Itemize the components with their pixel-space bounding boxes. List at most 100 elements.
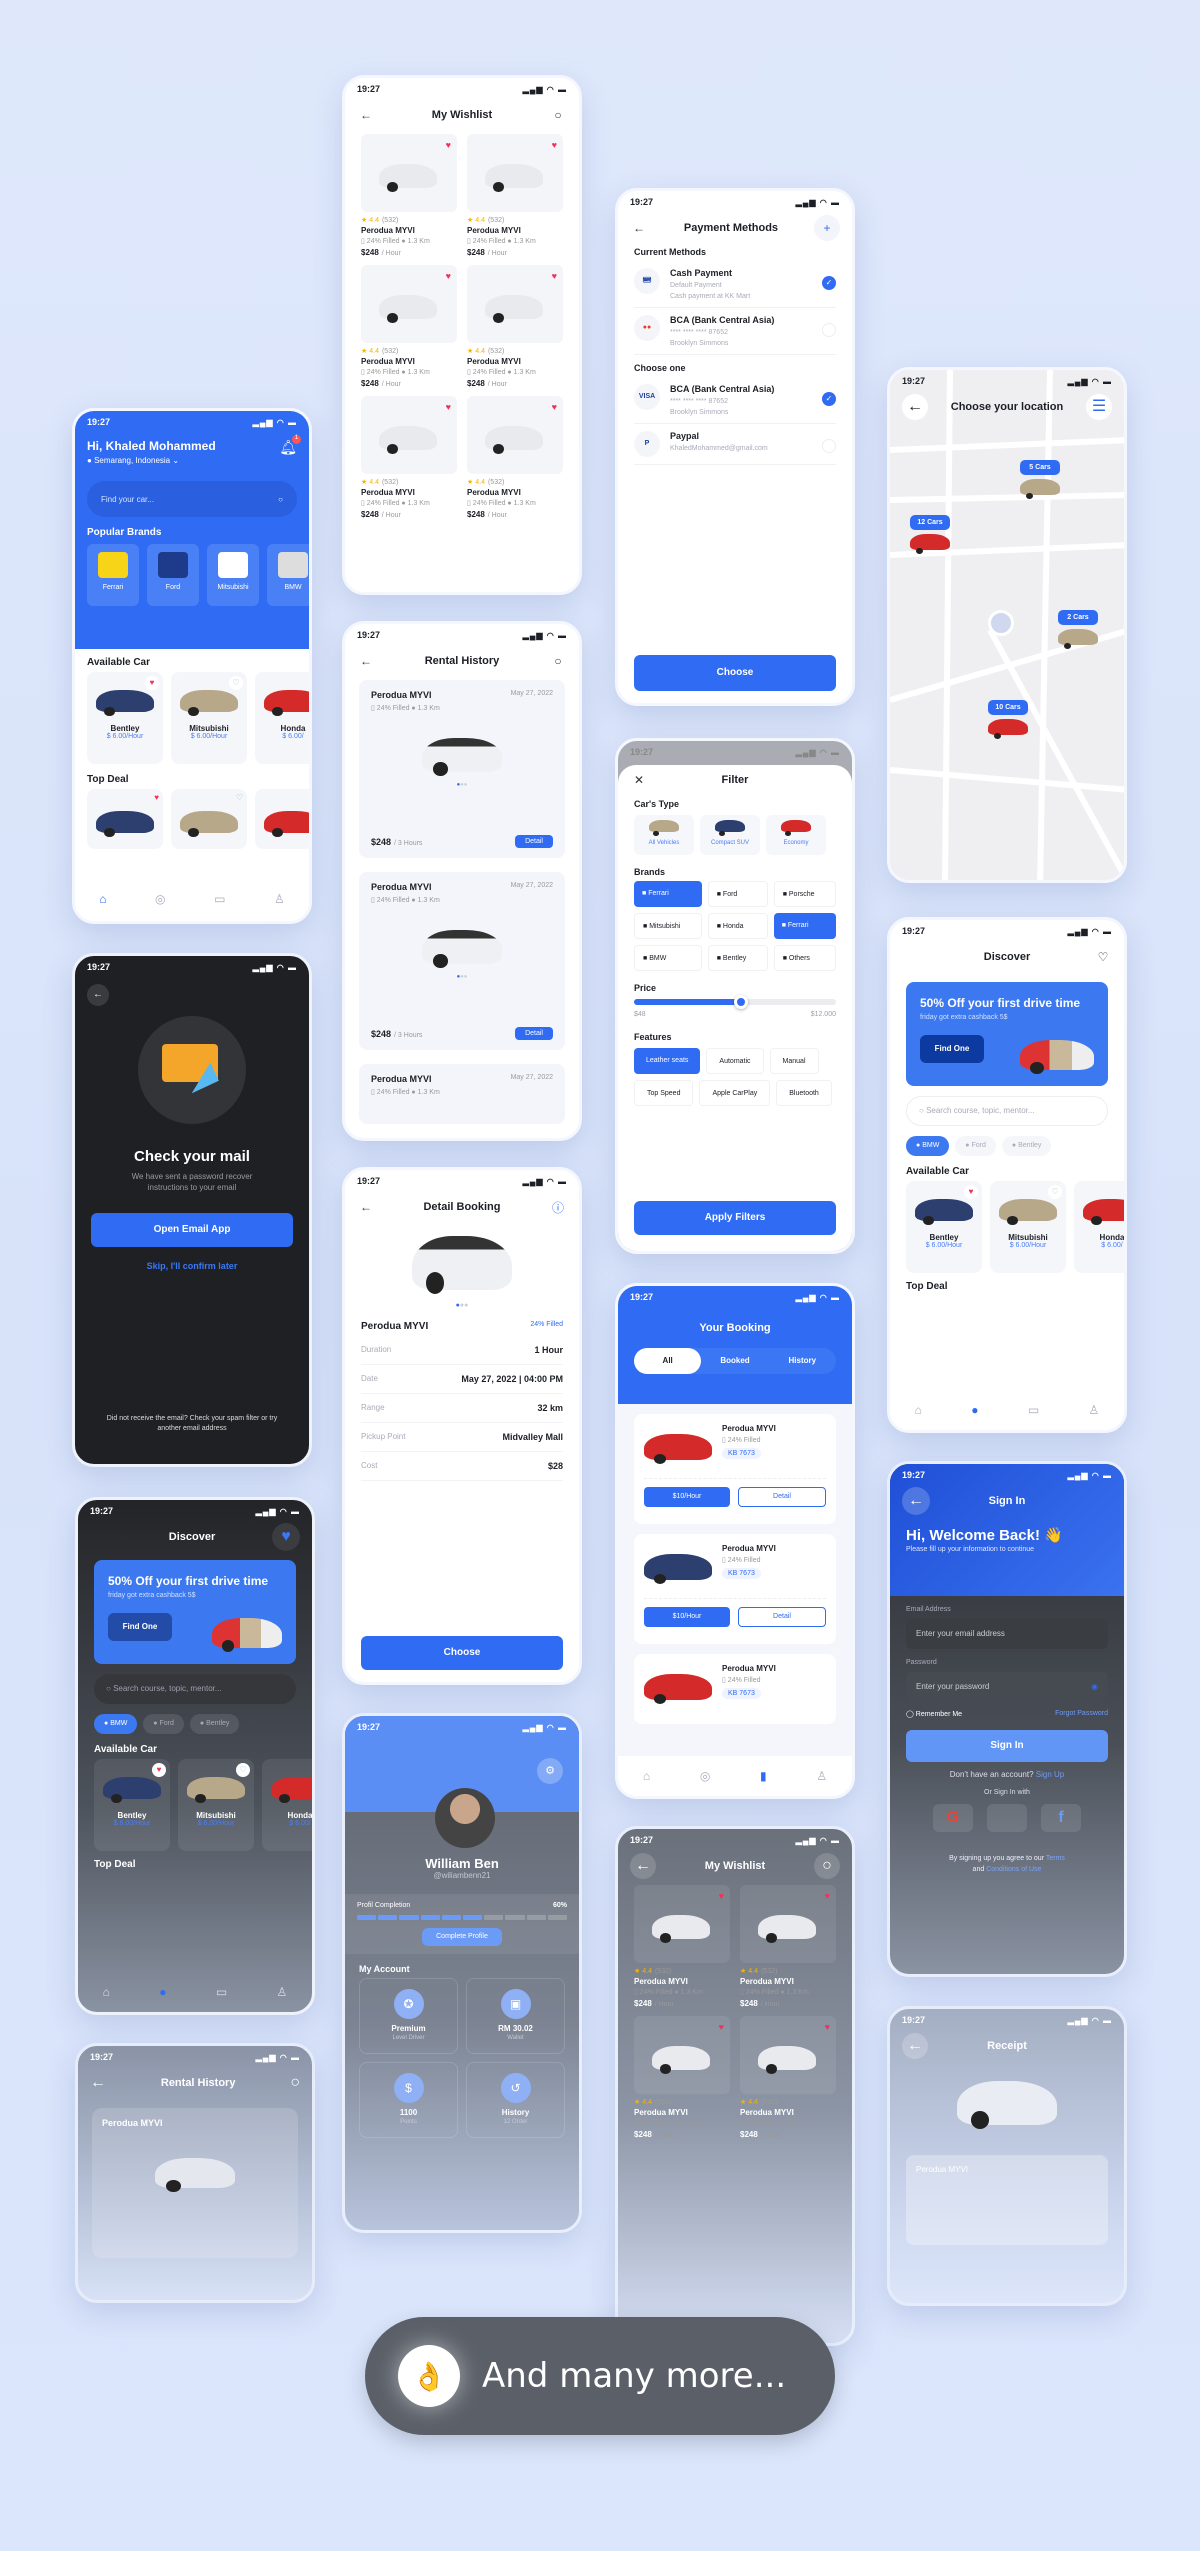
ticket-icon[interactable]: ▭ <box>216 1985 227 1999</box>
ticket-icon[interactable]: ▭ <box>214 892 225 906</box>
wishlist-item[interactable]: ♥ ★ 4.4 (532) Perodua MYVI ▯ 24% Filled ● 1.… <box>361 134 457 257</box>
heart-filled-icon[interactable]: ♥ <box>825 2022 830 2032</box>
heart-button[interactable]: ♡ <box>1094 948 1112 966</box>
home-icon[interactable]: ⌂ <box>103 1985 110 1999</box>
user-icon[interactable]: ♙ <box>274 892 285 906</box>
brand-option[interactable]: ■ Ford <box>707 881 768 907</box>
heart-outline-icon[interactable]: ♡ <box>1048 1185 1062 1199</box>
forgot-password-link[interactable]: Forgot Password <box>1055 1710 1108 1718</box>
booking-tab[interactable]: History <box>769 1348 836 1374</box>
sign-up-link[interactable]: Sign Up <box>1036 1770 1064 1779</box>
radio-empty-icon[interactable] <box>822 323 836 337</box>
compass-icon[interactable]: ◎ <box>155 892 165 906</box>
ticket-icon[interactable]: ▮ <box>760 1769 767 1783</box>
feature-option[interactable]: Top Speed <box>634 1080 694 1106</box>
search-button[interactable]: ○ <box>549 106 567 124</box>
google-button[interactable]: G <box>933 1804 973 1832</box>
heart-filled-icon[interactable]: ♥ <box>446 271 451 281</box>
rental-card[interactable]: Perodua MYVI May 27, 2022 ▯ 24% Filled ● 1… <box>359 680 565 858</box>
brand-option[interactable]: ■ Ferrari <box>634 881 702 907</box>
payment-method-item[interactable]: ●● BCA (Bank Central Asia) **** **** **** … <box>634 308 836 355</box>
ticket-icon[interactable]: ▭ <box>1028 1403 1039 1417</box>
heart-filled-icon[interactable]: ♥ <box>825 1891 830 1901</box>
map-pin[interactable]: 2 Cars <box>1058 610 1098 650</box>
price-slider[interactable] <box>634 995 836 1009</box>
open-email-button[interactable]: Open Email App <box>91 1213 293 1248</box>
compass-icon[interactable]: ● <box>971 1403 978 1417</box>
brand-chip[interactable]: ● Ford <box>143 1714 184 1734</box>
detail-button[interactable]: Detail <box>738 1607 826 1627</box>
price-slider-handle[interactable] <box>734 995 749 1009</box>
home-icon[interactable]: ⌂ <box>643 1769 650 1783</box>
notification-button[interactable]: 🔔︎ 1 <box>279 435 301 465</box>
car-card[interactable]: ♡ Mitsubishi $ 6.00/Hour <box>178 1759 254 1851</box>
back-button[interactable]: ← <box>90 2074 106 2092</box>
eye-icon[interactable]: ◉ <box>1091 1672 1098 1702</box>
top-deal-card[interactable]: ♥ <box>87 789 163 849</box>
wishlist-item[interactable]: ♥ ★ 4.4 (532) Perodua MYVI ▯ 24% Filled ● 1.… <box>634 2016 730 2139</box>
remember-me-checkbox[interactable]: ◯ Remember Me <box>906 1710 962 1718</box>
feature-option[interactable]: Bluetooth <box>776 1080 832 1106</box>
payment-method-item[interactable]: P Paypal KhaledMohammed@gmail.com <box>634 424 836 465</box>
car-card[interactable]: ♥ Bentley $ 6.00/Hour <box>94 1759 170 1851</box>
brand-option[interactable]: ■ Ferrari <box>773 913 836 939</box>
car-card[interactable]: ♥ Bentley $ 6.00/Hour <box>906 1181 982 1273</box>
account-tile[interactable]: ↺ History 12 Order <box>466 2062 565 2138</box>
account-tile[interactable]: ✪ Premium Level Driver <box>359 1978 458 2054</box>
wishlist-item[interactable]: ♥ ★ 4.4 (532) Perodua MYVI ▯ 24% Filled ● 1.… <box>467 265 563 388</box>
account-tile[interactable]: $1100 Points <box>359 2062 458 2138</box>
terms-link[interactable]: Terms <box>1046 1855 1065 1862</box>
apply-filters-button[interactable]: Apply Filters <box>634 1201 836 1235</box>
location-selector[interactable]: ● Semarang, Indonesia ⌄ <box>87 456 216 465</box>
brand-option[interactable]: ■ Others <box>773 945 836 971</box>
car-card[interactable]: ♡Honda$ 6.00/ <box>262 1759 312 1851</box>
booking-card[interactable]: Perodua MYVI ▯ 24% Filled KB 7673 $10/Hour D… <box>634 1534 836 1644</box>
heart-filled-icon[interactable]: ♥ <box>152 1763 166 1777</box>
heart-outline-icon[interactable]: ♡ <box>236 793 243 802</box>
back-button[interactable]: ← <box>630 1853 656 1879</box>
home-icon[interactable]: ⌂ <box>915 1403 922 1417</box>
apple-button[interactable] <box>987 1804 1027 1832</box>
info-button[interactable]: ⓘ <box>549 1198 567 1216</box>
heart-filled-icon[interactable]: ♥ <box>446 402 451 412</box>
detail-button[interactable]: Detail <box>515 835 553 848</box>
back-button[interactable]: ← <box>357 652 375 670</box>
back-button[interactable]: ← <box>902 394 928 420</box>
detail-button[interactable]: Detail <box>515 1027 553 1040</box>
car-type-option[interactable]: Economy <box>766 815 826 855</box>
compass-icon[interactable]: ◎ <box>700 1769 710 1783</box>
rental-card[interactable]: Perodua MYVI May 27, 2022 ▯ 24% Filled ● 1… <box>359 1064 565 1124</box>
map-pin[interactable]: 10 Cars <box>988 700 1028 740</box>
brand-chip[interactable]: ● BMW <box>906 1136 950 1156</box>
brand-option[interactable]: ■ Bentley <box>707 945 768 971</box>
search-input[interactable]: ○ Search course, topic, mentor... <box>906 1096 1108 1126</box>
email-field[interactable]: Enter your email address <box>906 1619 1108 1649</box>
brand-option[interactable]: ■ Porsche <box>773 881 836 907</box>
wishlist-item[interactable]: ♥ ★ 4.4 (532) Perodua MYVI ▯ 24% Filled ● 1.… <box>361 265 457 388</box>
car-card[interactable]: ♡ Mitsubishi $ 6.00/Hour <box>990 1181 1066 1273</box>
brand-option[interactable]: ■ Honda <box>707 913 768 939</box>
heart-filled-icon[interactable]: ♥ <box>719 1891 724 1901</box>
home-icon[interactable]: ⌂ <box>99 892 106 906</box>
find-one-button[interactable]: Find One <box>920 1035 984 1063</box>
top-deal-card[interactable]: ♡ <box>171 789 247 849</box>
brand-chip[interactable]: ● BMW <box>94 1714 138 1734</box>
car-card[interactable]: ♡Honda$ 6.00/ <box>255 672 309 764</box>
payment-method-item[interactable]: VISA BCA (Bank Central Asia) **** **** ***… <box>634 377 836 424</box>
password-field[interactable]: Enter your password ◉ <box>906 1672 1108 1702</box>
brand-option[interactable]: ■ BMW <box>634 945 702 971</box>
feature-option[interactable]: Apple CarPlay <box>699 1080 771 1106</box>
account-tile[interactable]: ▣ RM 30.02 Wallet <box>466 1978 565 2054</box>
brand-card[interactable]: BMW <box>267 544 309 606</box>
add-method-button[interactable]: + <box>813 215 840 241</box>
wishlist-item[interactable]: ♥ ★ 4.4 (532) Perodua MYVI ▯ 24% Filled ● 1.… <box>740 1885 836 2008</box>
back-button[interactable]: ← <box>87 984 109 1006</box>
heart-outline-icon[interactable]: ♡ <box>236 1763 250 1777</box>
brand-chip[interactable]: ● Ford <box>955 1136 996 1156</box>
search-button[interactable]: ○ <box>813 1853 840 1879</box>
booking-tab[interactable]: Booked <box>701 1348 768 1374</box>
car-type-option[interactable]: Compact SUV <box>700 815 760 855</box>
price-button[interactable]: $10/Hour <box>644 1487 730 1507</box>
back-button[interactable]: ← <box>630 219 648 237</box>
payment-method-item[interactable]: 💳︎ Cash Payment Default Payment Cash paymen… <box>634 261 836 308</box>
